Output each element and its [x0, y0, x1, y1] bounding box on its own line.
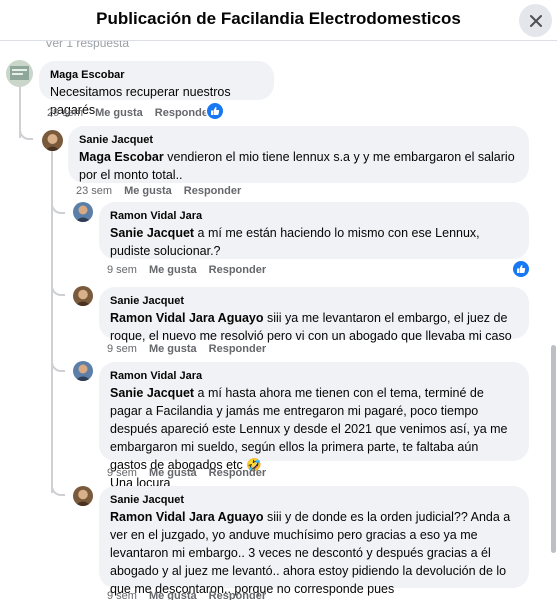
dialog-title: Publicación de Facilandia Electrodomesti… — [96, 9, 461, 28]
reply-button[interactable]: Responder — [155, 107, 212, 119]
mention-link[interactable]: Ramon Vidal Jara Aguayo — [110, 311, 264, 325]
comment-author[interactable]: Sanie Jacquet — [110, 492, 518, 508]
thumbs-up-icon — [211, 107, 220, 115]
comment-actions: 29 sem Me gusta Responder — [47, 107, 212, 119]
avatar[interactable] — [6, 60, 33, 87]
reaction-badge[interactable] — [513, 261, 529, 277]
comment-actions: 9 sem Me gusta Responder — [107, 264, 266, 276]
comment-time[interactable]: 23 sem — [76, 185, 112, 197]
comment-bubble: Ramon Vidal Jara Sanie Jacquet a mí me e… — [99, 202, 529, 259]
avatar[interactable] — [73, 486, 93, 506]
close-icon — [529, 14, 542, 27]
header-divider — [0, 40, 557, 41]
comment-author[interactable]: Ramon Vidal Jara — [110, 208, 518, 224]
like-button[interactable]: Me gusta — [149, 264, 197, 276]
dialog-header: Publicación de Facilandia Electrodomesti… — [0, 0, 557, 40]
comment-actions: 9 sem Me gusta Responder — [107, 343, 266, 355]
thread-curve-1 — [19, 126, 33, 140]
thread-curve-5 — [51, 482, 65, 496]
mention-link[interactable]: Ramon Vidal Jara Aguayo — [110, 510, 264, 524]
scrollbar-thumb[interactable] — [551, 345, 556, 553]
reply-button[interactable]: Responder — [209, 590, 266, 600]
like-button[interactable]: Me gusta — [149, 343, 197, 355]
reply-button[interactable]: Responder — [209, 467, 266, 479]
comment-time[interactable]: 9 sem — [107, 590, 137, 600]
reaction-badge[interactable] — [207, 103, 223, 119]
comment-author[interactable]: Maga Escobar — [50, 67, 263, 83]
comment-text: Ramon Vidal Jara Aguayo siii ya me levan… — [110, 309, 518, 345]
mention-link[interactable]: Sanie Jacquet — [110, 386, 194, 400]
comment-time[interactable]: 9 sem — [107, 264, 137, 276]
comment-time[interactable]: 9 sem — [107, 343, 137, 355]
avatar[interactable] — [73, 286, 93, 306]
comment-bubble: Sanie Jacquet Maga Escobar vendieron el … — [68, 126, 529, 183]
comment-actions: 9 sem Me gusta Responder — [107, 467, 266, 479]
comment-time[interactable]: 29 sem — [47, 107, 83, 119]
comment-actions: 9 sem Me gusta Responder — [107, 590, 266, 600]
thumbs-up-icon — [517, 265, 526, 273]
like-button[interactable]: Me gusta — [149, 467, 197, 479]
reply-button[interactable]: Responder — [209, 343, 266, 355]
comment-actions: 23 sem Me gusta Responder — [76, 185, 241, 197]
like-button[interactable]: Me gusta — [124, 185, 172, 197]
comment-bubble: Sanie Jacquet Ramon Vidal Jara Aguayo si… — [99, 287, 529, 343]
avatar[interactable] — [73, 202, 93, 222]
thread-curve-2 — [51, 200, 65, 214]
comment-time[interactable]: 9 sem — [107, 467, 137, 479]
comment-bubble: Maga Escobar Necesitamos recuperar nuest… — [39, 61, 274, 117]
like-button[interactable]: Me gusta — [149, 590, 197, 600]
reply-button[interactable]: Responder — [184, 185, 241, 197]
comment-bubble: Sanie Jacquet Ramon Vidal Jara Aguayo si… — [99, 486, 529, 596]
avatar[interactable] — [73, 361, 93, 381]
thread-curve-4 — [51, 358, 65, 372]
reply-button[interactable]: Responder — [209, 264, 266, 276]
mention-link[interactable]: Sanie Jacquet — [110, 226, 194, 240]
avatar[interactable] — [42, 130, 63, 151]
thread-curve-3 — [51, 282, 65, 296]
comment-author[interactable]: Sanie Jacquet — [110, 293, 518, 309]
comment-text: Sanie Jacquet a mí me están haciendo lo … — [110, 224, 518, 260]
like-button[interactable]: Me gusta — [95, 107, 143, 119]
comment-text: Ramon Vidal Jara Aguayo siii y de donde … — [110, 508, 518, 598]
mention-link[interactable]: Maga Escobar — [79, 150, 164, 164]
comment-bubble: Ramon Vidal Jara Sanie Jacquet a mí hast… — [99, 362, 529, 490]
close-button[interactable] — [519, 4, 552, 37]
comment-text: Maga Escobar vendieron el mio tiene lenn… — [79, 148, 518, 184]
comment-text: Sanie Jacquet a mí hasta ahora me tienen… — [110, 384, 518, 474]
comment-author[interactable]: Ramon Vidal Jara — [110, 368, 518, 384]
comment-author[interactable]: Sanie Jacquet — [79, 132, 518, 148]
